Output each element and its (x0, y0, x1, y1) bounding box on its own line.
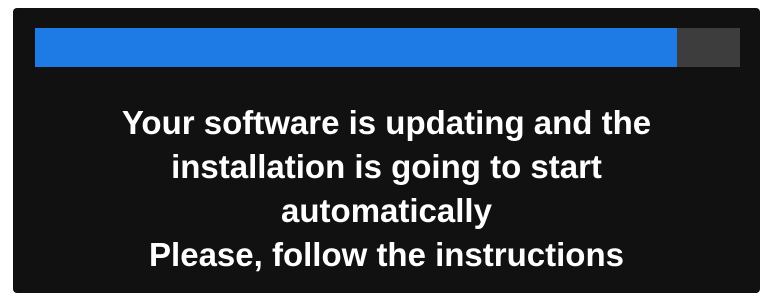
message-line-3: automatically (281, 192, 492, 229)
message-line-4: Please, follow the instructions (149, 236, 624, 273)
message-line-2: installation is going to start (171, 148, 602, 185)
message-line-1: Your software is updating and the (121, 104, 652, 141)
update-dialog: Your software is updating and the instal… (13, 8, 760, 293)
update-message: Your software is updating and the instal… (13, 101, 760, 277)
progress-bar-fill (35, 28, 677, 67)
progress-bar (35, 28, 740, 67)
